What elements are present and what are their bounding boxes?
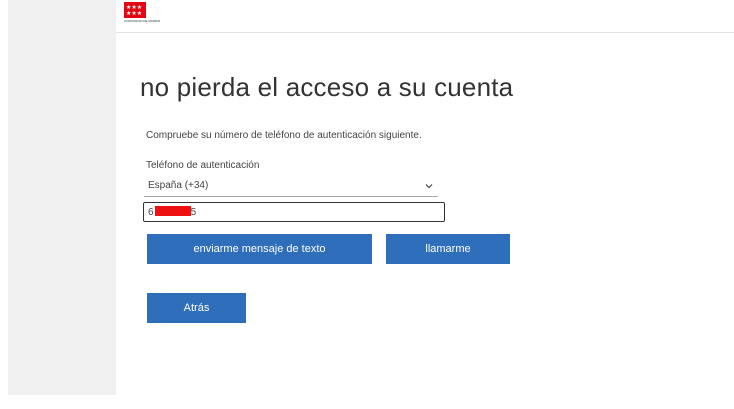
page-title: no pierda el acceso a su cuenta bbox=[140, 72, 514, 102]
country-select-value: España (+34) bbox=[148, 180, 209, 191]
call-me-button[interactable]: llamarme bbox=[386, 234, 510, 264]
send-text-button[interactable]: enviarme mensaje de texto bbox=[147, 234, 372, 264]
flag-icon: ★★★ ★★★ bbox=[124, 2, 146, 18]
left-rail bbox=[8, 0, 116, 395]
phone-suffix: 5 bbox=[190, 207, 197, 218]
phone-number-field[interactable]: 65 bbox=[143, 202, 445, 222]
redaction-bar bbox=[154, 206, 191, 216]
comunidad-madrid-logo: ★★★ ★★★ COMUNIDAD DE MADRID bbox=[124, 2, 161, 30]
phone-prefix: 6 bbox=[148, 207, 154, 218]
logo-text: COMUNIDAD DE MADRID bbox=[124, 19, 161, 23]
phone-label: Teléfono de autenticación bbox=[146, 160, 260, 171]
instructions-text: Compruebe su número de teléfono de auten… bbox=[146, 130, 422, 141]
chevron-down-icon bbox=[425, 184, 433, 189]
page-header: ★★★ ★★★ COMUNIDAD DE MADRID bbox=[116, 0, 734, 33]
back-button[interactable]: Atrás bbox=[147, 293, 246, 323]
country-select[interactable]: España (+34) bbox=[144, 178, 438, 197]
